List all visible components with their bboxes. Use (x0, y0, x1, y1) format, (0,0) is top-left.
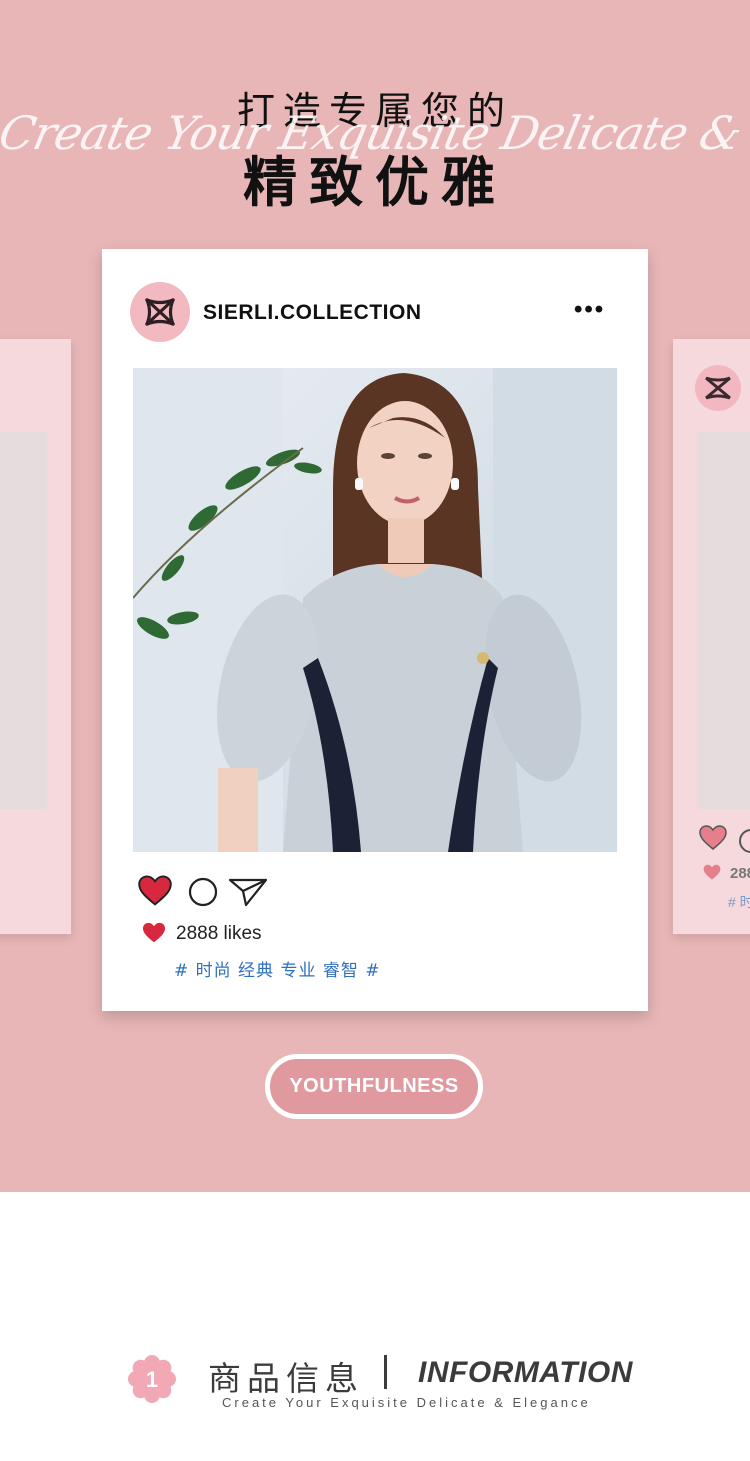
account-name[interactable]: SIERLI.COLLECTION (203, 301, 422, 325)
post-card: SIERLI.COLLECTION ••• 2888 likes # 时尚 经典… (102, 249, 648, 1011)
brand-logo-small (695, 365, 741, 411)
comment-icon[interactable] (188, 877, 218, 907)
section-number: 1 (146, 1367, 158, 1392)
hashtag-fragment: # 时 (728, 894, 750, 910)
youthfulness-button[interactable]: YOUTHFULNESS (265, 1054, 483, 1119)
side-card-left[interactable] (0, 339, 71, 934)
heart-icon (143, 922, 165, 943)
share-icon[interactable] (228, 877, 268, 907)
heart-icon (703, 864, 721, 880)
comment-icon[interactable] (739, 829, 750, 853)
info-title-cn: 商品信息 (208, 1359, 364, 1398)
info-title-en: INFORMATION (418, 1356, 633, 1389)
side-card-photo-placeholder (0, 432, 47, 809)
info-subtitle: Create Your Exquisite Delicate & Eleganc… (222, 1395, 591, 1410)
heart-icon[interactable] (138, 875, 172, 907)
hashtags[interactable]: # 时尚 经典 专业 睿智 # (174, 956, 381, 981)
hero-title-line2: 精致优雅 (243, 151, 507, 214)
avatar[interactable] (130, 282, 190, 342)
side-card-photo-placeholder (697, 432, 750, 809)
post-photo (133, 368, 617, 852)
more-icon[interactable]: ••• (574, 298, 614, 322)
flower-number-badge: 1 (128, 1355, 176, 1403)
heart-icon[interactable] (699, 825, 727, 851)
likes-count: 2888 likes (176, 923, 262, 944)
side-card-right[interactable]: 288 # 时 (673, 339, 750, 934)
info-divider (384, 1355, 387, 1389)
likes-count-fragment: 288 (730, 865, 750, 882)
